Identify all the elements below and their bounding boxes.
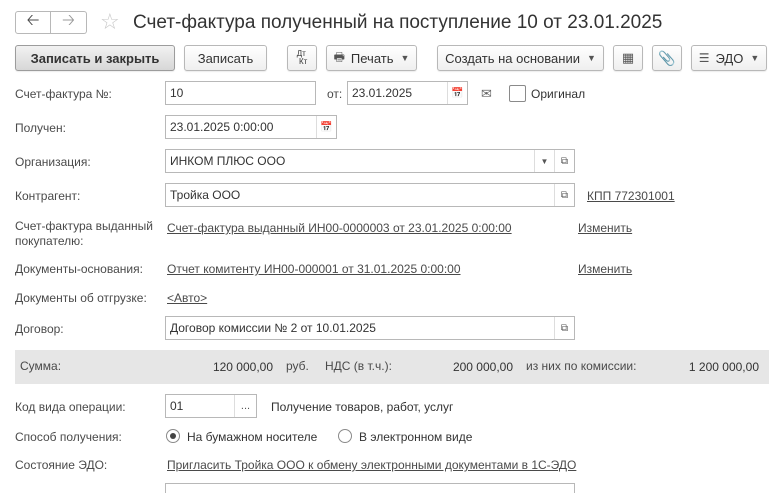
forward-button[interactable]: 🡢: [51, 11, 87, 34]
printer-icon: 🖶: [333, 49, 345, 64]
change-base-documents-link[interactable]: Изменить: [578, 262, 632, 277]
calendar-icon[interactable]: 📅: [316, 116, 336, 138]
sum-label: Сумма:: [20, 359, 62, 373]
contract-value: Договор комиссии № 2 от 10.01.2025: [170, 321, 376, 335]
paper-radio[interactable]: [166, 429, 180, 443]
invoice-number-value: 10: [170, 86, 184, 100]
commission-label: из них по комиссии:: [526, 359, 637, 373]
comment-input[interactable]: [165, 483, 575, 493]
operation-code-label: Код вида операции:: [15, 400, 126, 414]
issued-invoice-label-line2: покупателю:: [15, 234, 84, 248]
vat-value: 200 000,00: [405, 357, 513, 377]
print-label: Печать: [350, 50, 394, 66]
base-documents-link[interactable]: Отчет комитенту ИН00-000001 от 31.01.202…: [167, 262, 461, 277]
save-label: Записать: [197, 50, 254, 66]
open-icon[interactable]: ⧉: [554, 150, 574, 172]
counterparty-input[interactable]: Тройка ООО ⧉: [165, 183, 575, 207]
window-title: Счет-фактура полученный на поступление 1…: [133, 12, 663, 33]
received-label: Получен:: [15, 121, 66, 135]
select-button[interactable]: ...: [234, 395, 256, 417]
sum-band: Сумма: 120 000,00 руб. НДС (в т.ч.): 200…: [15, 350, 769, 384]
save-and-close-label: Записать и закрыть: [30, 50, 160, 66]
save-button[interactable]: Записать: [184, 45, 267, 71]
kpp-link[interactable]: КПП 772301001: [587, 189, 675, 204]
vat-label: НДС (в т.ч.):: [325, 359, 392, 373]
organization-input[interactable]: ИНКОМ ПЛЮС ООО ▼ ⧉: [165, 149, 575, 173]
hierarchy-icon: ▦: [621, 50, 635, 65]
edo-label: ЭДО: [715, 50, 744, 66]
invoice-number-label: Счет-фактура №:: [15, 87, 112, 101]
receipt-method-label: Способ получения:: [15, 430, 122, 444]
contract-input[interactable]: Договор комиссии № 2 от 10.01.2025 ⧉: [165, 316, 575, 340]
received-date-value: 23.01.2025 0:00:00: [170, 120, 274, 134]
arrow-right-icon: 🡢: [62, 12, 75, 29]
original-checkbox[interactable]: [509, 85, 526, 102]
base-documents-label: Документы-основания:: [15, 262, 143, 276]
back-button[interactable]: 🡠: [15, 11, 51, 34]
currency-label: руб.: [286, 359, 309, 373]
edo-icon: ☰: [698, 51, 710, 65]
original-label: Оригинал: [531, 87, 586, 101]
chevron-down-icon: ▼: [750, 53, 760, 63]
invoice-number-input[interactable]: 10: [165, 81, 316, 105]
chevron-down-icon: ▼: [400, 53, 410, 63]
operation-code-value: 01: [170, 399, 184, 413]
shipment-documents-label: Документы об отгрузке:: [15, 291, 147, 305]
paper-radio-label: На бумажном носителе: [187, 430, 318, 444]
operation-code-description: Получение товаров, работ, услуг: [271, 400, 454, 414]
sum-value: 120 000,00: [165, 357, 273, 377]
create-based-on-button[interactable]: Создать на основании ▼: [437, 45, 604, 71]
electronic-radio[interactable]: [338, 429, 352, 443]
dt-kt-button[interactable]: Дт Кт: [287, 45, 317, 71]
save-and-close-button[interactable]: Записать и закрыть: [15, 45, 175, 71]
edo-state-label: Состояние ЭДО:: [15, 458, 108, 472]
create-based-on-label: Создать на основании: [445, 50, 580, 66]
attach-button[interactable]: 📎: [652, 45, 682, 71]
operation-code-input[interactable]: 01 ...: [165, 394, 257, 418]
invoice-date-input[interactable]: 23.01.2025 📅: [347, 81, 468, 105]
edo-button[interactable]: ☰ ЭДО ▼: [691, 45, 767, 71]
print-button[interactable]: 🖶 Печать ▼: [326, 45, 417, 71]
calendar-icon[interactable]: 📅: [447, 82, 467, 104]
chevron-down-icon[interactable]: ▼: [534, 150, 554, 172]
organization-value: ИНКОМ ПЛЮС ООО: [170, 154, 286, 168]
date-from-label: от:: [327, 87, 343, 101]
contract-label: Договор:: [15, 322, 64, 336]
edo-status-icon[interactable]: ✉: [481, 86, 492, 102]
organization-label: Организация:: [15, 155, 91, 169]
electronic-radio-label: В электронном виде: [359, 430, 473, 444]
invoice-date-value: 23.01.2025: [352, 86, 413, 100]
change-issued-invoice-link[interactable]: Изменить: [578, 221, 632, 236]
structure-button[interactable]: ▦: [613, 45, 643, 71]
open-icon[interactable]: ⧉: [554, 184, 574, 206]
counterparty-value: Тройка ООО: [170, 188, 241, 202]
counterparty-label: Контрагент:: [15, 189, 81, 203]
shipment-documents-link[interactable]: <Авто>: [167, 291, 207, 306]
edo-invite-link[interactable]: Пригласить Тройка ООО к обмену электронн…: [167, 458, 576, 473]
received-date-input[interactable]: 23.01.2025 0:00:00 📅: [165, 115, 337, 139]
dt-kt-icon: Дт Кт: [296, 49, 308, 66]
favorite-star-icon[interactable]: ☆: [100, 8, 120, 36]
paperclip-icon: 📎: [658, 49, 676, 66]
issued-invoice-label-line1: Счет-фактура выданный: [15, 219, 153, 233]
chevron-down-icon: ▼: [586, 53, 596, 63]
issued-invoice-link[interactable]: Счет-фактура выданный ИН00-0000003 от 23…: [167, 221, 512, 236]
open-icon[interactable]: ⧉: [554, 317, 574, 339]
arrow-left-icon: 🡠: [26, 12, 40, 29]
commission-value: 1 200 000,00: [651, 357, 759, 377]
